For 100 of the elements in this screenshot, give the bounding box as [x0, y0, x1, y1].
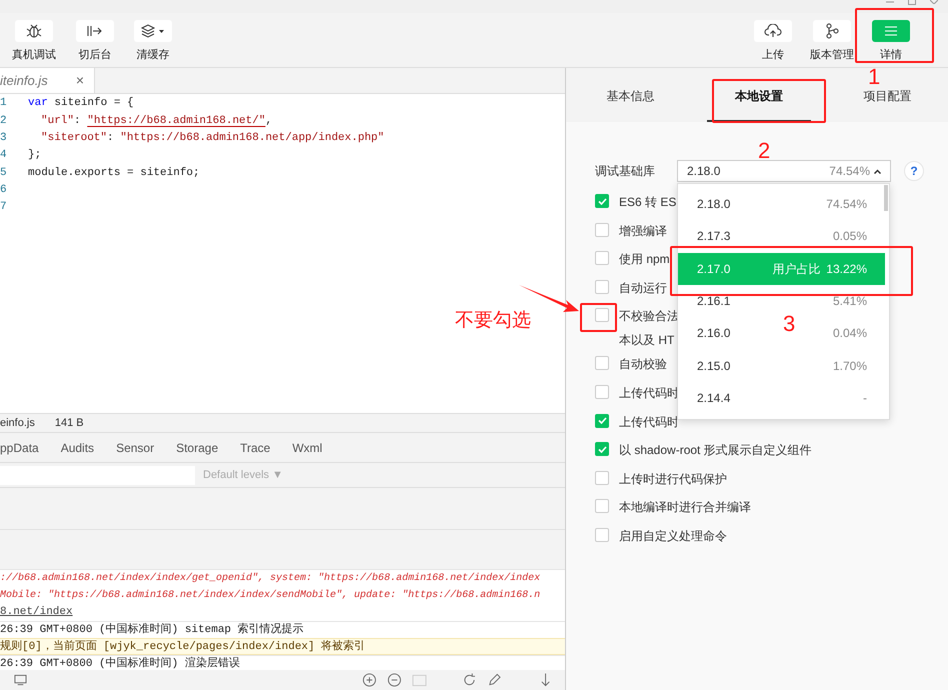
checkbox[interactable]	[595, 308, 609, 322]
cloud-upload-icon	[764, 24, 782, 38]
devtools-tab[interactable]: ppData	[0, 438, 39, 456]
file-tab[interactable]: iteinfo.js	[0, 70, 48, 90]
checkbox-label: 自动运行	[619, 280, 667, 297]
zoom-in-icon[interactable]	[362, 672, 378, 688]
version-label[interactable]: 2.17.3	[697, 227, 730, 246]
line-number: 7	[0, 200, 8, 216]
share-hint: 用户占比	[772, 260, 820, 278]
line-number: 6	[0, 182, 8, 198]
bug-icon	[26, 24, 42, 38]
devtools-tab[interactable]: Sensor	[116, 438, 154, 456]
scrollbar[interactable]	[884, 185, 888, 211]
close-icon[interactable]: ×	[76, 70, 84, 91]
devtools-tab[interactable]: Audits	[60, 438, 94, 456]
check-icon	[598, 446, 606, 453]
console-line: ://b68.admin168.net/index/index/get_openid", system: "https://b68.admin168.net/index/index	[0, 572, 542, 586]
minimize-icon[interactable]	[886, 0, 894, 4]
toolbar-button[interactable]	[76, 20, 114, 42]
annotation-label: 2	[758, 140, 770, 162]
settings-tab[interactable]: 项目配置	[823, 87, 948, 122]
version-label[interactable]: 2.18.0	[697, 195, 730, 214]
version-label[interactable]: 2.15.0	[697, 356, 730, 375]
checkbox[interactable]	[595, 414, 609, 428]
checkbox[interactable]	[595, 356, 609, 370]
annotation-label: 1	[868, 66, 880, 88]
library-select[interactable]: 2.18.0 74.54%	[677, 160, 891, 182]
code-line: var siteinfo = {	[28, 96, 134, 112]
console-line: Mobile: "https://b68.admin168.net/index/index/sendMobile", update: "https://b68.admin168.n	[0, 588, 542, 603]
checkbox-label: 以 shadow-root 形式展示自定义组件	[619, 442, 812, 460]
toolbar-label: 真机调试	[12, 48, 56, 63]
code-line: module.exports = siteinfo;	[28, 166, 200, 181]
toolbar-label: 详情	[880, 48, 902, 63]
share-value: -	[863, 390, 867, 407]
check-icon	[598, 198, 606, 204]
checkbox[interactable]	[595, 470, 609, 485]
code-line: };	[28, 148, 42, 164]
toolbar-label: 清缓存	[136, 48, 170, 63]
line-number: 1	[0, 96, 8, 112]
version-label[interactable]: 2.14.4	[697, 388, 730, 407]
checkbox-label: 自动校验	[619, 356, 667, 374]
devtools-tab[interactable]: Wxml	[292, 438, 322, 456]
checkbox[interactable]	[595, 222, 609, 237]
pen-icon[interactable]	[486, 672, 502, 688]
checkbox-label: 上传代码时	[619, 384, 679, 402]
checkbox-label: 使用 npm	[619, 251, 670, 268]
settings-tab[interactable]: 基本信息	[566, 87, 695, 122]
file-size: 141 B	[54, 416, 84, 431]
checkbox[interactable]	[595, 194, 609, 208]
share-value: 5.41%	[832, 293, 867, 310]
file-name: einfo.js	[0, 416, 35, 431]
toolbar-label: 上传	[762, 48, 784, 63]
download-icon[interactable]	[540, 672, 552, 688]
arrow-icon	[87, 25, 103, 37]
line-number: 5	[0, 166, 8, 181]
actual-size-icon[interactable]	[412, 673, 427, 687]
refresh-icon[interactable]	[462, 672, 477, 688]
monitor-icon[interactable]	[14, 674, 27, 686]
toolbar-label: 切后台	[78, 48, 112, 63]
help-button[interactable]: ?	[904, 161, 924, 181]
toolbar-button[interactable]	[134, 20, 172, 42]
share-value: 0.05%	[832, 228, 867, 246]
checkbox[interactable]	[595, 251, 609, 266]
share-value: 13.22%	[826, 260, 867, 278]
checkbox-label: 增强编译	[619, 222, 667, 240]
toolbar-button[interactable]	[813, 20, 851, 42]
toolbar-label: 版本管理	[810, 48, 854, 63]
layers-icon	[141, 24, 165, 38]
checkbox[interactable]	[595, 384, 609, 399]
checkbox[interactable]	[595, 280, 609, 294]
share-value: 1.70%	[832, 358, 867, 375]
checkbox-label: 上传时进行代码保护	[619, 470, 727, 488]
version-label[interactable]: 2.16.1	[697, 292, 730, 310]
caret-icon	[874, 168, 881, 174]
highlight-frame	[580, 303, 617, 332]
checkbox-label: 本地编译时进行合并编译	[619, 499, 751, 516]
settings-tab[interactable]: 本地设置	[694, 87, 824, 122]
toolbar-button[interactable]	[15, 20, 53, 42]
annotation-label: 3	[783, 313, 796, 335]
toolbar-button[interactable]	[754, 20, 792, 42]
line-number: 3	[0, 130, 8, 146]
maximize-icon[interactable]	[908, 0, 916, 5]
library-label: 调试基础库	[595, 163, 656, 180]
line-number: 2	[0, 114, 8, 129]
checkbox-label: 启用自定义处理命令	[619, 528, 727, 545]
checkbox-label: 本以及 HT	[619, 332, 676, 350]
share-value: 74.54%	[826, 196, 867, 214]
devtools-tab[interactable]: Storage	[176, 438, 218, 456]
version-label[interactable]: 2.16.0	[697, 324, 730, 342]
checkbox[interactable]	[595, 499, 609, 514]
console-line: 8.net/index	[0, 605, 74, 620]
code-line: "url": "https://b68.admin168.net/",	[40, 114, 272, 129]
menu-icon	[885, 26, 897, 36]
line-number: 4	[0, 148, 8, 164]
checkbox[interactable]	[595, 442, 609, 456]
zoom-out-icon[interactable]	[387, 672, 402, 688]
annotation-label: 不要勾选	[455, 311, 531, 330]
devtools-tab[interactable]: Trace	[240, 438, 270, 456]
close-icon[interactable]	[930, 0, 938, 4]
checkbox[interactable]	[595, 528, 609, 542]
